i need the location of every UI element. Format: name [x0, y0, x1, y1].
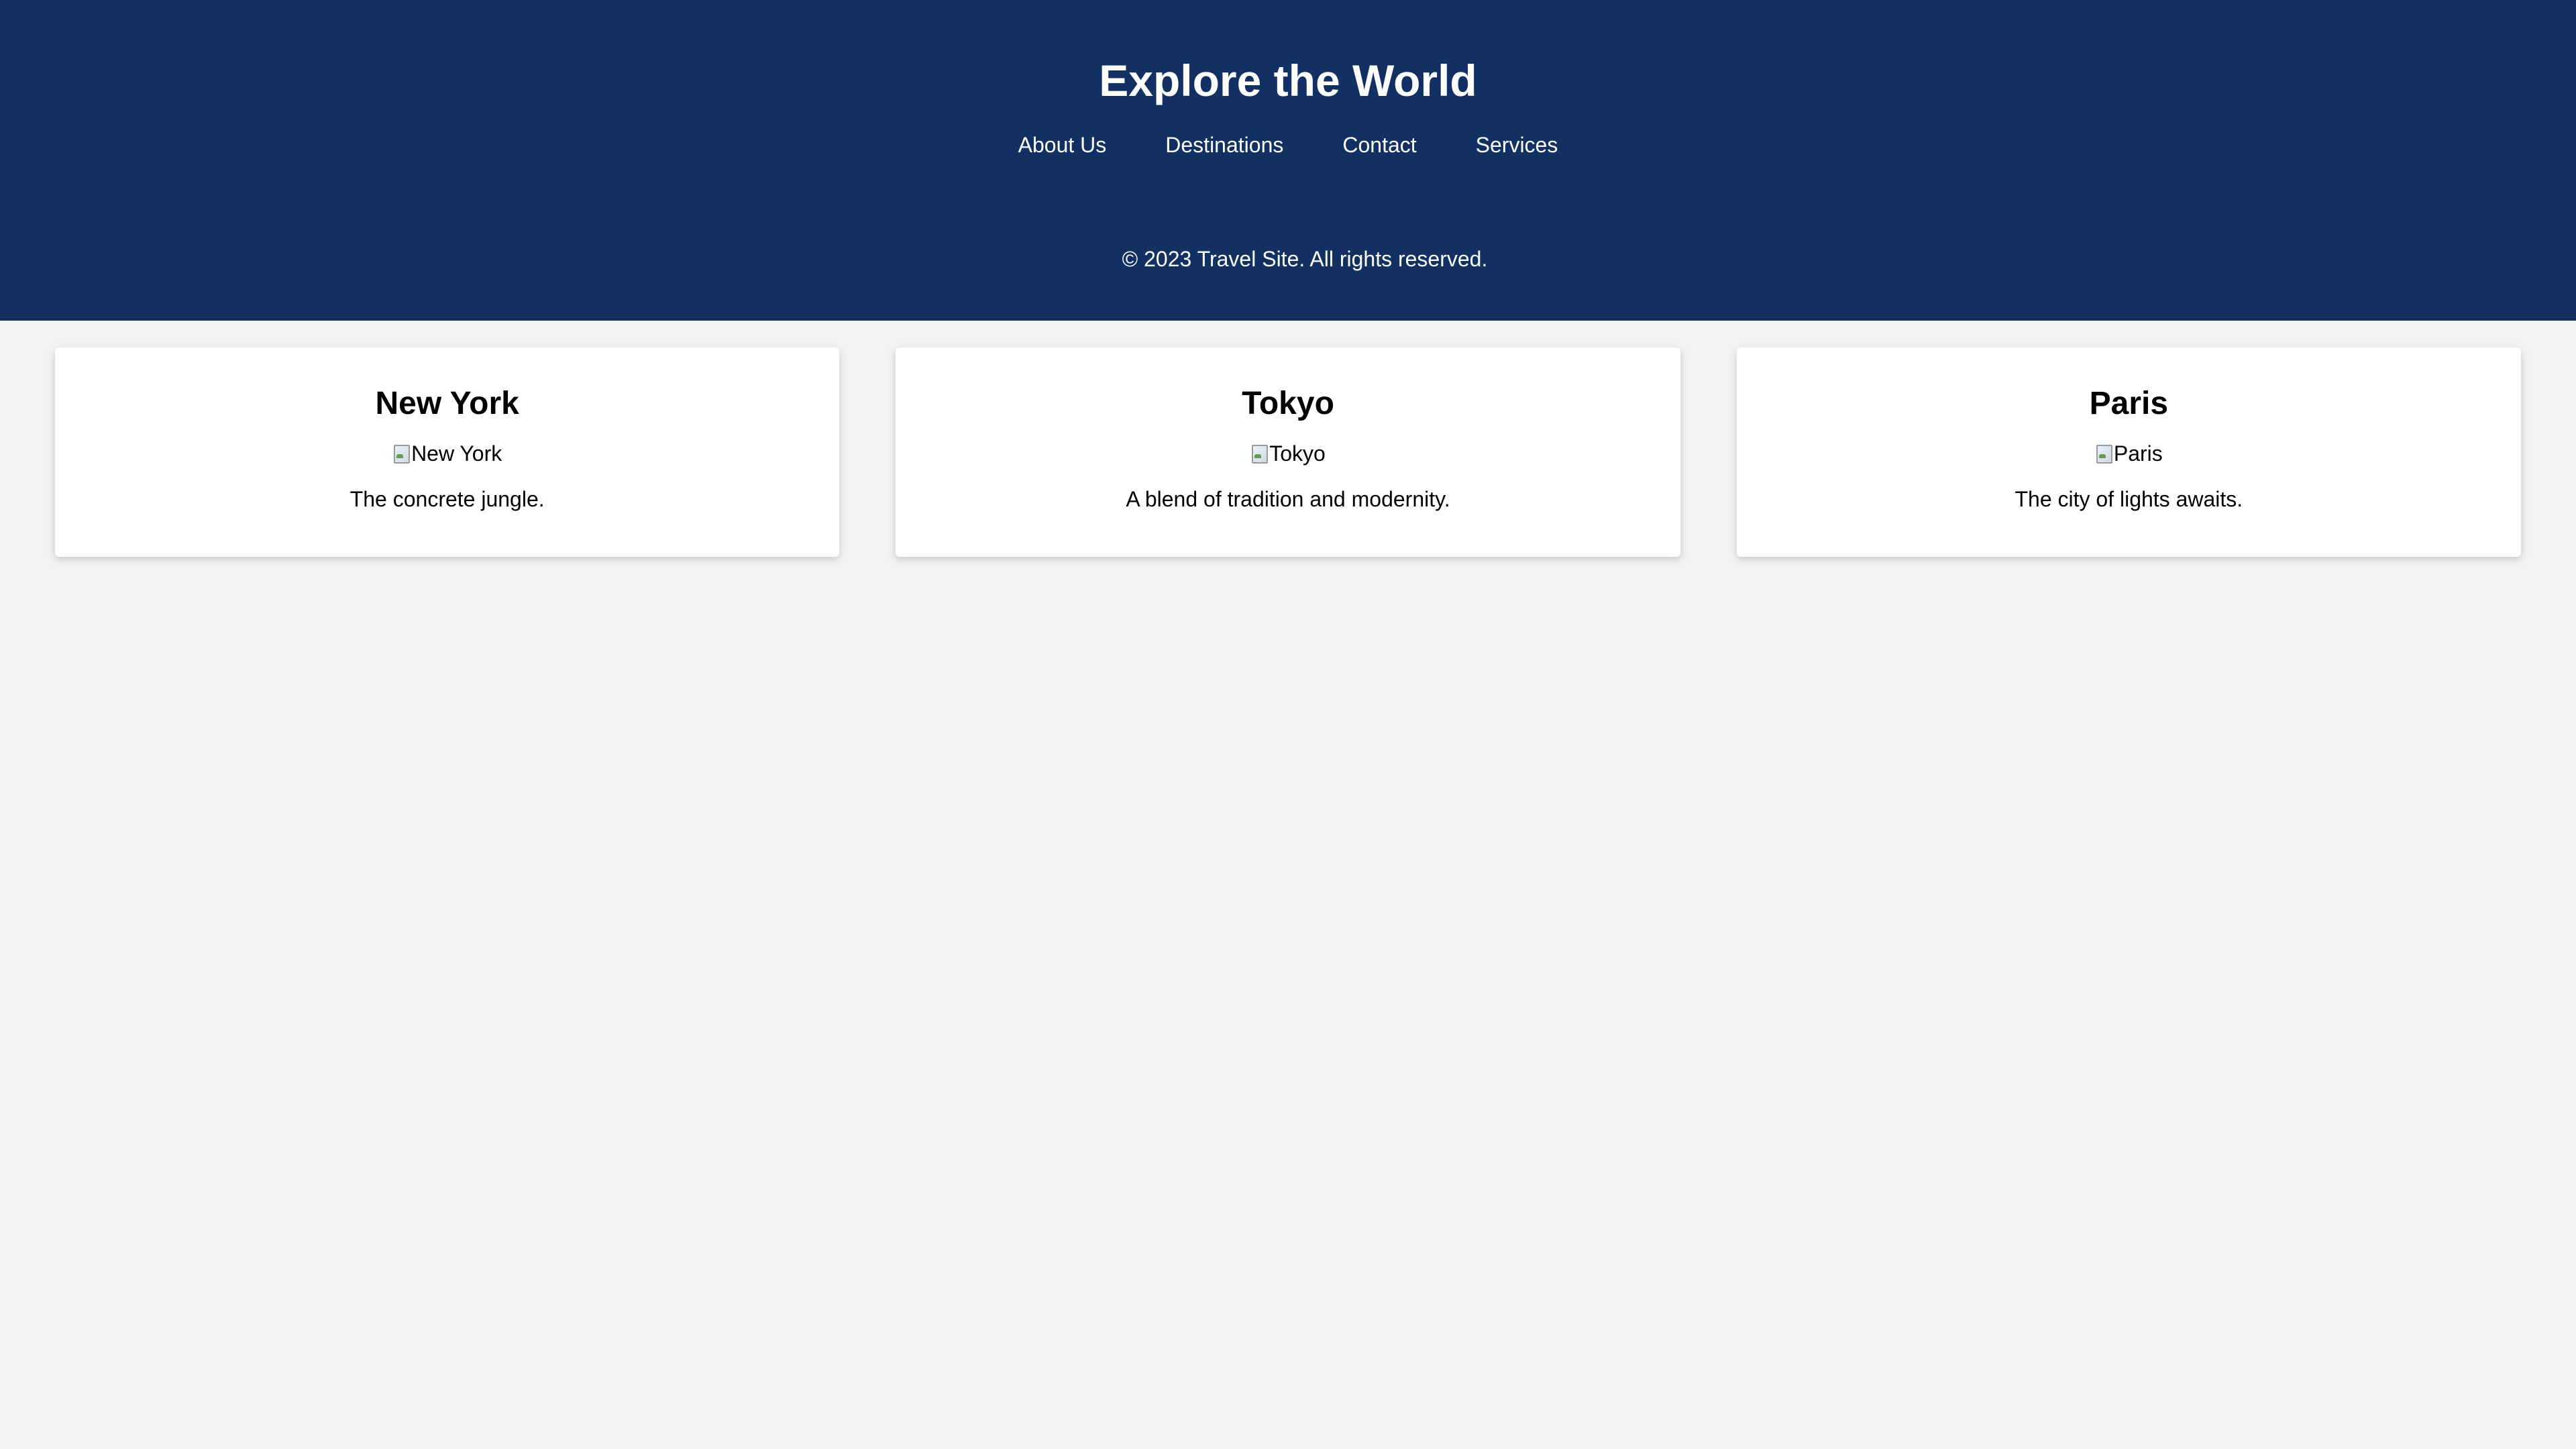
card-title: New York [375, 386, 519, 421]
destination-image: New York [55, 440, 839, 467]
nav-link-destinations[interactable]: Destinations [1165, 131, 1283, 158]
nav-link-contact[interactable]: Contact [1342, 131, 1416, 158]
image-alt-text: New York [411, 441, 502, 466]
copyright-text: © 2023 Travel Site. All rights reserved. [1122, 247, 1488, 271]
destination-image: Paris [1737, 440, 2521, 467]
destination-image: Tokyo [896, 440, 1680, 467]
card-description: A blend of tradition and modernity. [1126, 487, 1450, 511]
destination-card-new-york: New York New York The concrete jungle. [55, 347, 840, 557]
card-title: Tokyo [1242, 386, 1334, 421]
site-title: Explore the World [1099, 56, 1477, 105]
card-description: The city of lights awaits. [2015, 487, 2243, 511]
main-nav: About Us Destinations Contact Services [0, 131, 2576, 158]
card-title: Paris [2089, 386, 2169, 421]
site-header: Explore the World About Us Destinations … [0, 0, 2576, 321]
image-alt-text: Tokyo [1269, 441, 1326, 466]
nav-link-about-us[interactable]: About Us [1018, 131, 1107, 158]
image-alt-text: Paris [2113, 441, 2163, 466]
broken-image-icon [392, 443, 411, 464]
card-description: The concrete jungle. [350, 487, 545, 511]
destination-card-tokyo: Tokyo Tokyo A blend of tradition and mod… [896, 347, 1680, 557]
broken-image-icon [1250, 443, 1269, 464]
destination-cards: New York New York The concrete jungle. T… [0, 321, 2576, 557]
destination-card-paris: Paris Paris The city of lights awaits. [1736, 347, 2521, 557]
broken-image-icon [2095, 443, 2112, 464]
nav-link-services[interactable]: Services [1476, 131, 1558, 158]
